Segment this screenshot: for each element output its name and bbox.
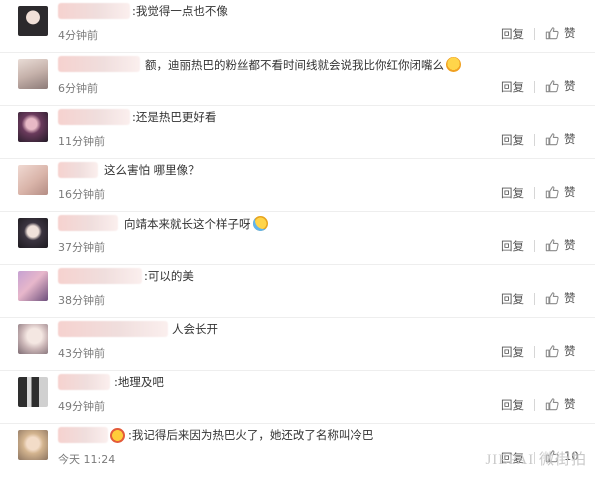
like-label: 赞	[564, 397, 576, 411]
like-label: 赞	[564, 344, 576, 358]
timestamp: 38分钟前	[58, 294, 105, 307]
like-button[interactable]: 赞	[545, 343, 576, 359]
comment-text-content: 向靖本来就长这个样子呀	[124, 217, 251, 231]
thumbs-up-icon	[545, 345, 559, 358]
reply-button[interactable]: 回复	[501, 291, 524, 307]
divider	[534, 134, 535, 146]
divider	[534, 293, 535, 305]
reply-button[interactable]: 回复	[501, 185, 524, 201]
reply-button[interactable]: 回复	[501, 397, 524, 413]
thumbs-up-icon	[545, 186, 559, 199]
avatar[interactable]	[18, 430, 48, 460]
username-blurred[interactable]	[58, 374, 110, 390]
like-label: 赞	[564, 238, 576, 252]
reply-button[interactable]: 回复	[501, 79, 524, 95]
divider	[534, 399, 535, 411]
timestamp: 6分钟前	[58, 82, 98, 95]
hug-emoji-icon	[446, 57, 461, 72]
avatar[interactable]	[18, 112, 48, 142]
like-button[interactable]: 赞	[545, 184, 576, 200]
username-blurred[interactable]	[58, 3, 130, 19]
thumbs-up-icon	[545, 239, 559, 252]
timestamp: 16分钟前	[58, 188, 105, 201]
thumbs-up-icon	[545, 133, 559, 146]
like-button[interactable]: 赞	[545, 25, 576, 41]
comment-text: :地理及吧	[114, 375, 164, 389]
like-label: 赞	[564, 132, 576, 146]
thumbs-up-icon	[545, 80, 559, 93]
username-blurred[interactable]	[58, 109, 130, 125]
comment-item: 向靖本来就长这个样子呀 37分钟前 回复 赞	[0, 212, 595, 265]
avatar[interactable]	[18, 218, 48, 248]
reply-button[interactable]: 回复	[501, 132, 524, 148]
badge-emoji-icon	[110, 428, 125, 443]
divider	[534, 187, 535, 199]
username-blurred[interactable]	[58, 427, 108, 443]
username-blurred[interactable]	[58, 215, 118, 231]
like-label: 赞	[564, 291, 576, 305]
divider	[534, 81, 535, 93]
like-label: 赞	[564, 185, 576, 199]
timestamp: 43分钟前	[58, 347, 105, 360]
avatar[interactable]	[18, 324, 48, 354]
comment-item: 人会长开 43分钟前 回复 赞	[0, 318, 595, 371]
comment-text: :我记得后来因为热巴火了，她还改了名称叫冷巴	[128, 428, 374, 442]
like-button[interactable]: 赞	[545, 237, 576, 253]
divider	[534, 346, 535, 358]
like-button[interactable]: 赞	[545, 131, 576, 147]
avatar[interactable]	[18, 271, 48, 301]
avatar[interactable]	[18, 377, 48, 407]
like-button[interactable]: 赞	[545, 290, 576, 306]
comment-item: :地理及吧 49分钟前 回复 赞	[0, 371, 595, 424]
thumbs-up-icon	[545, 292, 559, 305]
comment-text: 额，迪丽热巴的粉丝都不看时间线就会说我比你红你闭嘴么	[145, 57, 461, 72]
like-button[interactable]: 赞	[545, 396, 576, 412]
like-button[interactable]: 赞	[545, 78, 576, 94]
comment-text: 人会长开	[172, 322, 218, 336]
reply-button[interactable]: 回复	[501, 344, 524, 360]
comment-item: 这么害怕 哪里像？ 16分钟前 回复 赞	[0, 159, 595, 212]
timestamp: 49分钟前	[58, 400, 105, 413]
comment-text: :可以的美	[144, 269, 194, 283]
timestamp: 今天 11:24	[58, 453, 116, 466]
timestamp: 11分钟前	[58, 135, 105, 148]
comment-text-content: 额，迪丽热巴的粉丝都不看时间线就会说我比你红你闭嘴么	[145, 58, 444, 72]
comment-item: :我觉得一点也不像 4分钟前 回复 赞	[0, 0, 595, 53]
divider	[534, 240, 535, 252]
divider	[534, 28, 535, 40]
comment-item: :可以的美 38分钟前 回复 赞	[0, 265, 595, 318]
avatar[interactable]	[18, 6, 48, 36]
thumbs-up-icon	[545, 398, 559, 411]
comment-text: :还是热巴更好看	[132, 110, 217, 124]
timestamp: 4分钟前	[58, 29, 98, 42]
watermark: JIEPAI 微街拍	[485, 452, 587, 468]
username-blurred[interactable]	[58, 321, 168, 337]
timestamp: 37分钟前	[58, 241, 105, 254]
comment-item: :还是热巴更好看 11分钟前 回复 赞	[0, 106, 595, 159]
username-blurred[interactable]	[58, 56, 140, 72]
thumbs-up-icon	[545, 27, 559, 40]
comment-item: 额，迪丽热巴的粉丝都不看时间线就会说我比你红你闭嘴么 6分钟前 回复 赞	[0, 53, 595, 106]
like-label: 赞	[564, 79, 576, 93]
reply-button[interactable]: 回复	[501, 26, 524, 42]
comment-text: 向靖本来就长这个样子呀	[124, 216, 268, 231]
username-blurred[interactable]	[58, 162, 98, 178]
sweat-smile-emoji-icon	[252, 216, 268, 231]
comment-text: 这么害怕 哪里像？	[104, 163, 200, 177]
avatar[interactable]	[18, 59, 48, 89]
like-label: 赞	[564, 26, 576, 40]
avatar[interactable]	[18, 165, 48, 195]
comment-text: :我觉得一点也不像	[132, 4, 228, 18]
username-blurred[interactable]	[58, 268, 142, 284]
reply-button[interactable]: 回复	[501, 238, 524, 254]
